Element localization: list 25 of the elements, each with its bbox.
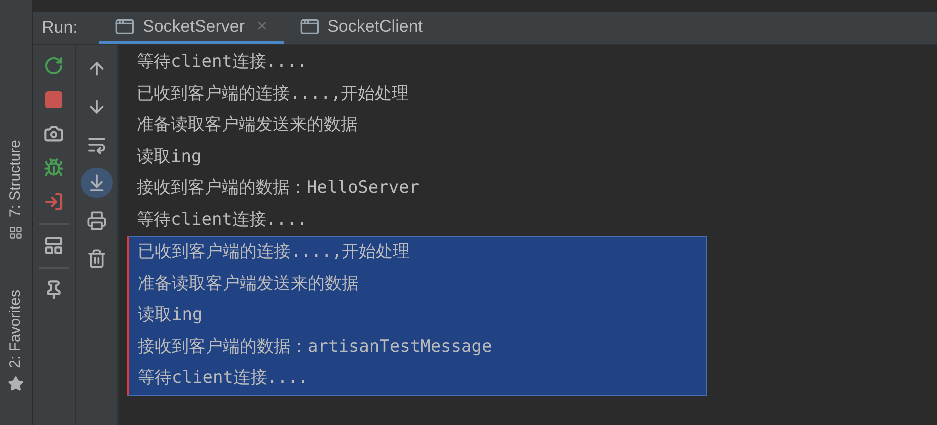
stop-icon[interactable] [43, 89, 65, 111]
console-line: 已收到客户端的连接....,开始处理 [137, 82, 410, 106]
layout-icon[interactable] [43, 235, 65, 257]
console-line: 等待client连接.... [137, 208, 308, 232]
console-icon [115, 16, 135, 36]
console-line: 准备读取客户端发送来的数据 [137, 114, 358, 137]
run-tab[interactable]: SocketClient [284, 12, 439, 44]
console-line: 等待client连接.... [137, 51, 308, 74]
console-icon [300, 16, 320, 36]
rerun-icon[interactable] [43, 55, 65, 77]
run-label: Run: [42, 17, 79, 40]
console-line: 读取ing [137, 146, 202, 168]
bug-icon[interactable] [43, 157, 65, 179]
tool-window-button[interactable]: 7: Structure [4, 140, 28, 240]
star-icon [8, 376, 24, 392]
console-line: 等待client连接.... [138, 367, 308, 390]
tool-window-button[interactable]: 2: Favorites [4, 290, 28, 392]
console-line: 已收到客户端的连接....,开始处理 [138, 241, 410, 264]
structure-icon [9, 226, 23, 240]
exit-icon[interactable] [43, 191, 65, 213]
console-line: 接收到客户端的数据：HelloServer [137, 177, 420, 200]
console-line: 准备读取客户端发送来的数据 [138, 272, 359, 296]
console-line: 读取ing [138, 304, 203, 327]
scroll-to-end-icon[interactable] [80, 168, 112, 198]
console-line: 接收到客户端的数据：artisanTestMessage [138, 336, 492, 358]
